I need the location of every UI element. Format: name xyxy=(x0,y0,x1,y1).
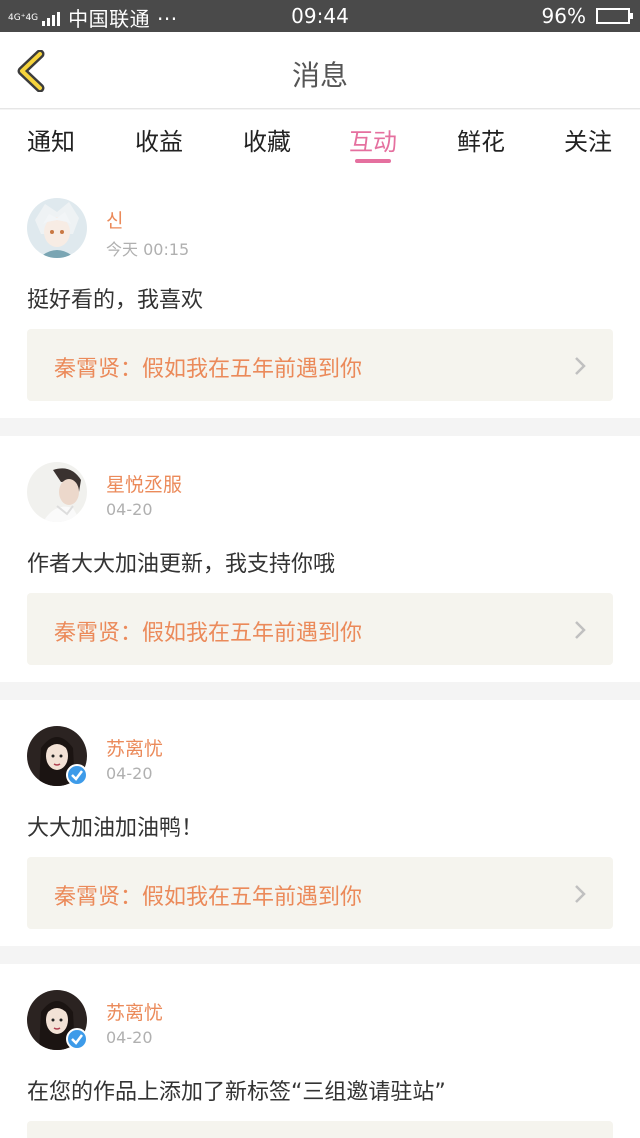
battery-icon xyxy=(596,8,633,24)
user-avatar[interactable] xyxy=(27,198,87,258)
username[interactable]: 苏离忧 xyxy=(106,998,163,1025)
tab-favorites[interactable]: 收藏 xyxy=(227,122,307,157)
comment-text: 在您的作品上添加了新标签“三组邀请驻站” xyxy=(27,1080,446,1105)
message-card: 星悦丞服 04-20 作者大大加油更新，我支持你哦 秦霄贤：假如我在五年前遇到你 xyxy=(0,436,640,682)
referenced-work-title: 秦霄贤：假如我在五年前遇到你 xyxy=(54,621,363,646)
referenced-work[interactable]: 秦霄贤：假如我在五年前遇到你 xyxy=(27,593,613,665)
referenced-work[interactable]: 秦霄贤：假如我在五年前遇到你 xyxy=(27,857,613,929)
chevron-right-icon xyxy=(575,357,586,375)
verified-badge-icon xyxy=(66,764,88,786)
tab-flowers[interactable]: 鲜花 xyxy=(441,122,521,157)
comment-text: 作者大大加油更新，我支持你哦 xyxy=(27,552,336,577)
comment-text: 挺好看的，我喜欢 xyxy=(27,288,204,313)
referenced-work[interactable] xyxy=(27,1121,613,1138)
battery-percent: 96% xyxy=(541,4,586,28)
timestamp: 04-20 xyxy=(106,1028,153,1047)
chevron-right-icon xyxy=(575,885,586,903)
tab-earnings[interactable]: 收益 xyxy=(119,122,199,157)
verified-badge-icon xyxy=(66,1028,88,1050)
timestamp: 今天 00:15 xyxy=(106,240,190,259)
referenced-work-title: 秦霄贤：假如我在五年前遇到你 xyxy=(54,357,363,382)
username[interactable]: 星悦丞服 xyxy=(106,470,182,497)
page-title: 消息 xyxy=(291,59,348,92)
tab-bar: 通知 收益 收藏 互动 鲜花 关注 xyxy=(0,110,640,172)
chevron-right-icon xyxy=(575,621,586,639)
status-right: 96% xyxy=(541,4,633,28)
status-bar: 4G⁺4G 中国联通 ··· 09:44 96% xyxy=(0,0,640,32)
timestamp: 04-20 xyxy=(106,764,153,783)
message-card: 苏离忧 04-20 大大加油加油鸭！ 秦霄贤：假如我在五年前遇到你 xyxy=(0,700,640,946)
message-card: 苏离忧 04-20 在您的作品上添加了新标签“三组邀请驻站” xyxy=(0,964,640,1138)
username[interactable]: 苏离忧 xyxy=(106,734,163,761)
active-tab-indicator xyxy=(355,159,391,163)
timestamp: 04-20 xyxy=(106,500,153,519)
referenced-work[interactable]: 秦霄贤：假如我在五年前遇到你 xyxy=(27,329,613,401)
tab-notifications[interactable]: 通知 xyxy=(11,122,91,157)
message-card: 신 今天 00:15 挺好看的，我喜欢 秦霄贤：假如我在五年前遇到你 xyxy=(0,172,640,418)
referenced-work-title: 秦霄贤：假如我在五年前遇到你 xyxy=(54,885,363,910)
username[interactable]: 신 xyxy=(106,206,123,233)
comment-text: 大大加油加油鸭！ xyxy=(27,816,204,841)
tab-follows[interactable]: 关注 xyxy=(548,122,628,157)
header: 消息 xyxy=(0,32,640,109)
user-avatar[interactable] xyxy=(27,462,87,522)
tab-interactions[interactable]: 互动 xyxy=(333,122,413,157)
